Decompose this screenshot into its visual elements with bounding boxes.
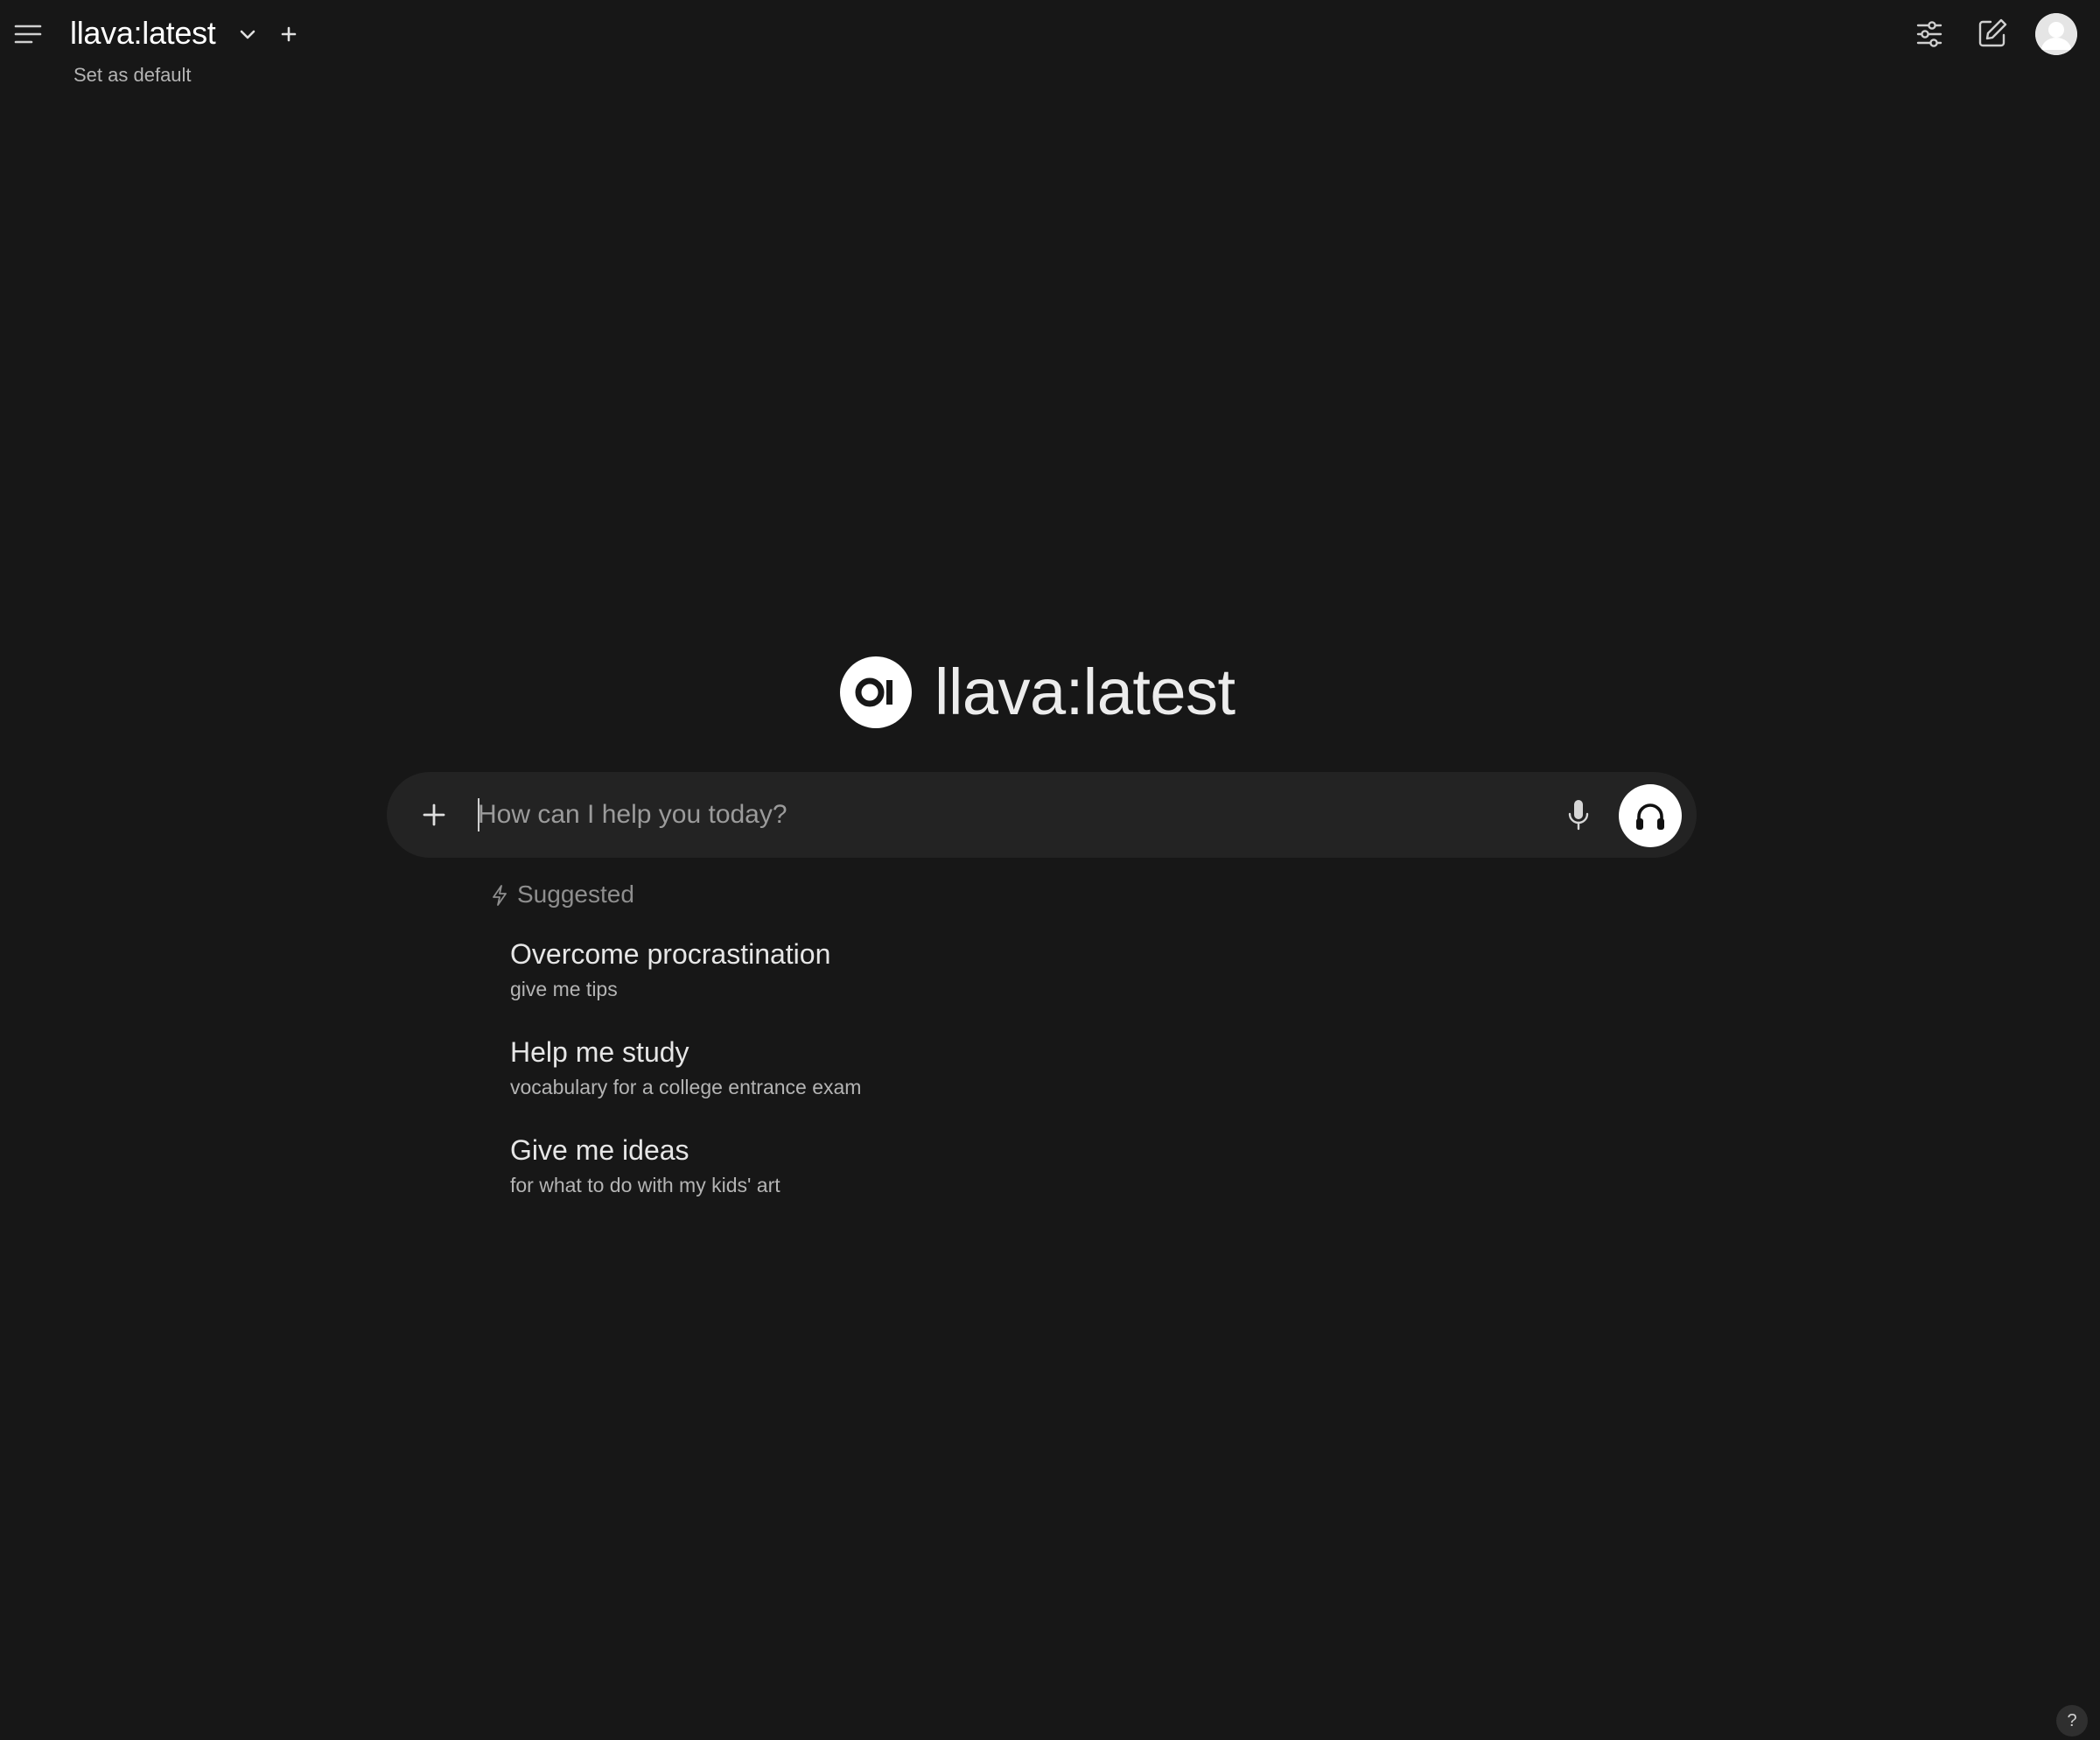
bolt-icon [493, 885, 507, 906]
model-logo [840, 656, 912, 728]
chat-controls-button[interactable] [1914, 18, 1944, 50]
suggestion-title: Help me study [510, 1036, 690, 1068]
sidebar-toggle-button[interactable] [12, 21, 44, 47]
set-as-default-link[interactable]: Set as default [74, 64, 192, 87]
plus-icon [423, 803, 445, 826]
suggested-label: Suggested [517, 881, 634, 908]
model-hero: llava:latest [840, 655, 1365, 730]
voice-mode-button[interactable] [1619, 784, 1682, 847]
chat-input[interactable] [478, 791, 1405, 838]
hamburger-menu-icon [14, 25, 42, 44]
edit-pencil-icon [1978, 18, 2007, 47]
text-caret [478, 798, 480, 831]
plus-icon [281, 26, 297, 42]
model-dropdown-button[interactable] [234, 23, 261, 47]
attach-button[interactable] [418, 798, 450, 831]
user-avatar-icon [2035, 13, 2077, 55]
model-selector-label[interactable]: llava:latest [70, 15, 216, 52]
headphones-icon [1636, 803, 1664, 830]
suggestion-title: Overcome procrastination [510, 938, 831, 970]
voice-input-button[interactable] [1564, 796, 1592, 833]
suggestion-subtitle: for what to do with my kids' art [510, 1174, 780, 1196]
sliders-icon [1916, 21, 1942, 47]
top-bar: llava:latest Set as default [0, 0, 2100, 86]
hero-model-title: llava:latest [934, 656, 1236, 728]
microphone-icon [1568, 800, 1589, 831]
add-model-button[interactable] [276, 21, 301, 47]
new-chat-button[interactable] [1976, 17, 2009, 50]
user-avatar-button[interactable] [2035, 13, 2077, 55]
suggestion-subtitle: give me tips [510, 978, 618, 1000]
message-composer [387, 772, 1697, 858]
help-button[interactable]: ? [2056, 1705, 2088, 1736]
suggestion-item[interactable]: Overcome procrastination give me tips [510, 938, 1035, 1001]
open-webui-logo-icon [855, 677, 892, 707]
suggestion-item[interactable]: Help me study vocabulary for a college e… [510, 1036, 1035, 1099]
chevron-down-icon [240, 30, 256, 39]
suggestion-item[interactable]: Give me ideas for what to do with my kid… [510, 1134, 1035, 1197]
suggestion-subtitle: vocabulary for a college entrance exam [510, 1076, 862, 1098]
suggestion-title: Give me ideas [510, 1134, 690, 1166]
